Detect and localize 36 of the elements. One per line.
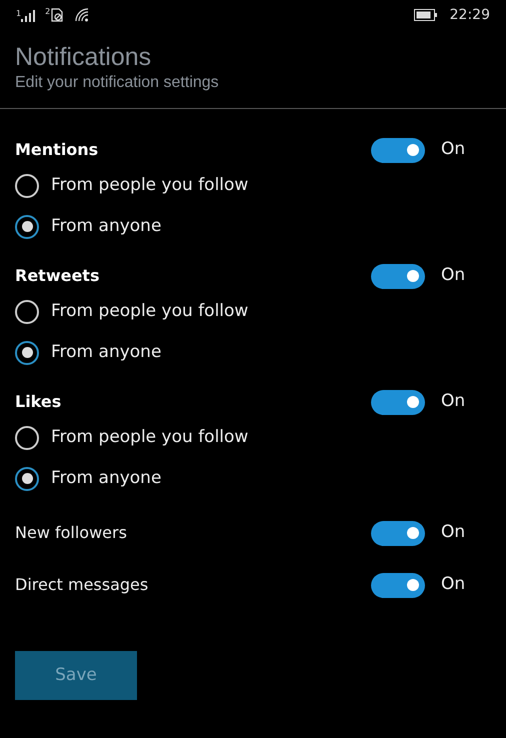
toggle-switch[interactable] bbox=[371, 520, 425, 546]
toggle-state-text: On bbox=[441, 264, 466, 288]
setting-label: Mentions bbox=[15, 139, 98, 161]
setting-label: Direct messages bbox=[15, 574, 148, 596]
radio-button[interactable] bbox=[15, 340, 39, 364]
toggle-switch[interactable] bbox=[371, 572, 425, 598]
radio-label: From people you follow bbox=[51, 426, 248, 449]
setting-label: Retweets bbox=[15, 265, 100, 287]
toggle-switch[interactable] bbox=[371, 264, 425, 288]
signal-icon bbox=[21, 10, 36, 22]
radio-label: From people you follow bbox=[51, 174, 248, 197]
page-title: Notifications bbox=[15, 42, 152, 72]
toggle-state-text: On bbox=[441, 390, 466, 414]
radio-button[interactable] bbox=[15, 466, 39, 490]
battery-icon bbox=[414, 9, 438, 21]
radio-label: From people you follow bbox=[51, 300, 248, 323]
wifi-icon bbox=[74, 8, 90, 22]
toggle-switch[interactable] bbox=[371, 138, 425, 162]
clock-time: 22:29 bbox=[450, 6, 490, 24]
toggle-switch[interactable] bbox=[371, 390, 425, 414]
sim-number: 2 bbox=[45, 8, 50, 16]
radio-button[interactable] bbox=[15, 174, 39, 198]
radio-label: From anyone bbox=[51, 466, 162, 490]
toggle-state-text: On bbox=[441, 521, 466, 544]
radio-button[interactable] bbox=[15, 300, 39, 324]
no-sim-icon bbox=[50, 8, 64, 22]
setting-label: Likes bbox=[15, 391, 62, 413]
page-subtitle: Edit your notification settings bbox=[15, 73, 220, 93]
radio-label: From anyone bbox=[51, 214, 162, 238]
radio-button[interactable] bbox=[15, 426, 39, 450]
sim-number: 1 bbox=[16, 10, 22, 18]
radio-label: From anyone bbox=[51, 340, 162, 364]
toggle-state-text: On bbox=[441, 573, 466, 596]
setting-label: New followers bbox=[15, 522, 127, 544]
toggle-state-text: On bbox=[441, 138, 466, 162]
radio-button[interactable] bbox=[15, 214, 39, 238]
